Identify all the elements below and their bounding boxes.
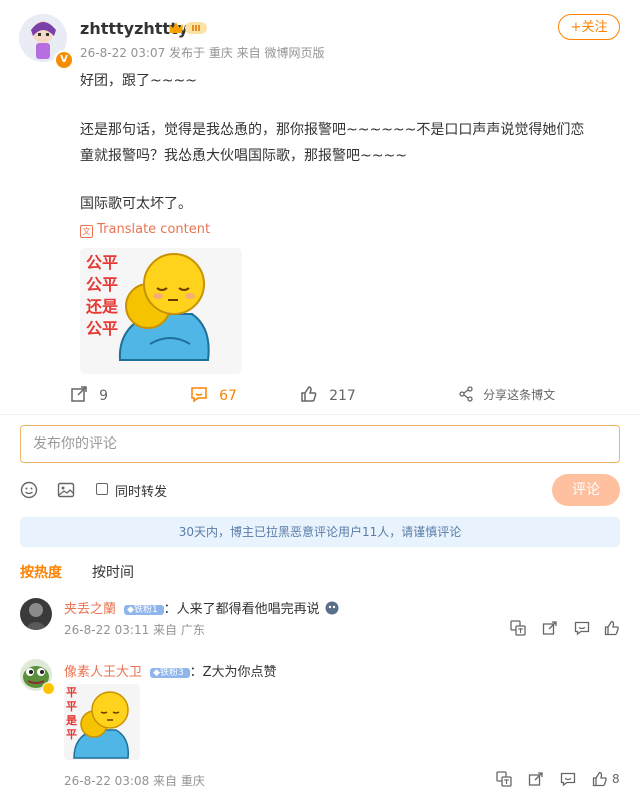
post-meta: 26-8-22 03:07 发布于 重庆 来自 微博网页版 xyxy=(80,46,325,60)
emoji-icon[interactable] xyxy=(20,481,38,499)
diamond-icon: ◆ xyxy=(127,605,135,615)
post-text-line: 童就报警吗？我怂恿大伙唱国际歌，那报警吧~~~~ xyxy=(80,148,407,164)
comment-header: 夹丢之蘭 ◆铁粉1 ：人来了都得看他唱完再说 xyxy=(64,598,339,617)
like-icon[interactable] xyxy=(592,771,608,787)
fan-badge: ◆铁粉3 xyxy=(150,668,190,678)
section-divider xyxy=(0,414,640,415)
comment-icon xyxy=(191,387,207,403)
repost-checkbox[interactable] xyxy=(96,483,108,495)
comment-image[interactable]: 平 平 是 平 xyxy=(64,684,140,760)
block-notice: 30天内，博主已拉黑恶意评论用户11人，请谨慎评论 xyxy=(20,517,620,547)
post-text-line: 国际歌可太坏了。 xyxy=(80,196,192,212)
translate-label: Translate content xyxy=(97,222,211,237)
post-text-line: 还是那句话，觉得是我怂恿的，那你报警吧~~~~~~不是口口声声说觉得她们恋 xyxy=(80,122,585,138)
share-action[interactable]: 分享这条博文 xyxy=(458,386,555,406)
image-caption: 平 xyxy=(66,686,77,699)
follow-button[interactable]: +关注 xyxy=(558,14,620,40)
comment-count: 67 xyxy=(219,388,237,404)
vip-crown-icon: III xyxy=(168,20,208,40)
repost-action[interactable]: 9 xyxy=(70,385,108,407)
sort-by-hot-tab[interactable]: 按热度 xyxy=(20,562,62,582)
commenter-name[interactable]: 夹丢之蘭 xyxy=(64,602,116,617)
comment-text: ：人来了都得看他唱完再说 xyxy=(163,602,320,617)
translate-icon[interactable] xyxy=(496,771,512,787)
repost-checkbox-label: 同时转发 xyxy=(115,485,168,500)
translate-icon[interactable] xyxy=(510,620,526,636)
diamond-icon: ◆ xyxy=(153,668,161,678)
repost-icon xyxy=(71,386,87,402)
comment-meta: 26-8-22 03:11 来自 广东 xyxy=(64,623,205,637)
like-action[interactable]: 217 xyxy=(300,385,356,407)
image-caption: 还是 xyxy=(85,297,118,316)
image-caption: 公平 xyxy=(86,275,118,294)
like-count: 217 xyxy=(329,388,356,404)
share-icon xyxy=(459,386,473,402)
sticker-icon xyxy=(325,601,339,615)
comment-action[interactable]: 67 xyxy=(190,385,237,407)
comment-like-count: 8 xyxy=(612,772,620,786)
translate-link[interactable]: 文 Translate content xyxy=(80,222,210,238)
fan-badge: ◆铁粉1 xyxy=(124,605,164,615)
repost-icon[interactable] xyxy=(542,620,558,636)
sort-by-time-tab[interactable]: 按时间 xyxy=(92,562,134,582)
image-caption: 是 xyxy=(65,714,78,727)
comment-header: 像素人王大卫 ◆铁粉3 ：Z大为你点赞 xyxy=(64,661,277,680)
translate-icon: 文 xyxy=(80,225,93,238)
repost-icon[interactable] xyxy=(528,771,544,787)
post-image[interactable]: 公平 公平 还是 公平 xyxy=(80,248,242,374)
comment-meta: 26-8-22 03:08 来自 重庆 xyxy=(64,774,205,788)
share-label: 分享这条博文 xyxy=(483,388,556,402)
commenter-verified-badge xyxy=(42,682,55,695)
image-upload-icon[interactable] xyxy=(57,481,75,499)
image-caption: 平 xyxy=(66,700,77,713)
comment-text: ：Z大为你点赞 xyxy=(189,665,277,680)
level-badge-text: III xyxy=(192,24,201,33)
post-text-line: 好团，跟了~~~~ xyxy=(80,73,197,89)
commenter-avatar[interactable] xyxy=(20,598,52,630)
comment-input[interactable]: 发布你的评论 xyxy=(20,425,620,463)
submit-comment-button[interactable]: 评论 xyxy=(552,474,620,506)
image-caption: 公平 xyxy=(86,253,118,272)
image-caption: 公平 xyxy=(86,319,118,338)
verified-badge: V xyxy=(54,50,74,70)
like-icon xyxy=(301,386,317,402)
commenter-name[interactable]: 像素人王大卫 xyxy=(64,665,142,680)
image-caption: 平 xyxy=(66,728,77,741)
reply-icon[interactable] xyxy=(560,771,576,787)
repost-count: 9 xyxy=(99,388,109,404)
reply-icon[interactable] xyxy=(574,620,590,636)
like-icon[interactable] xyxy=(604,620,620,636)
